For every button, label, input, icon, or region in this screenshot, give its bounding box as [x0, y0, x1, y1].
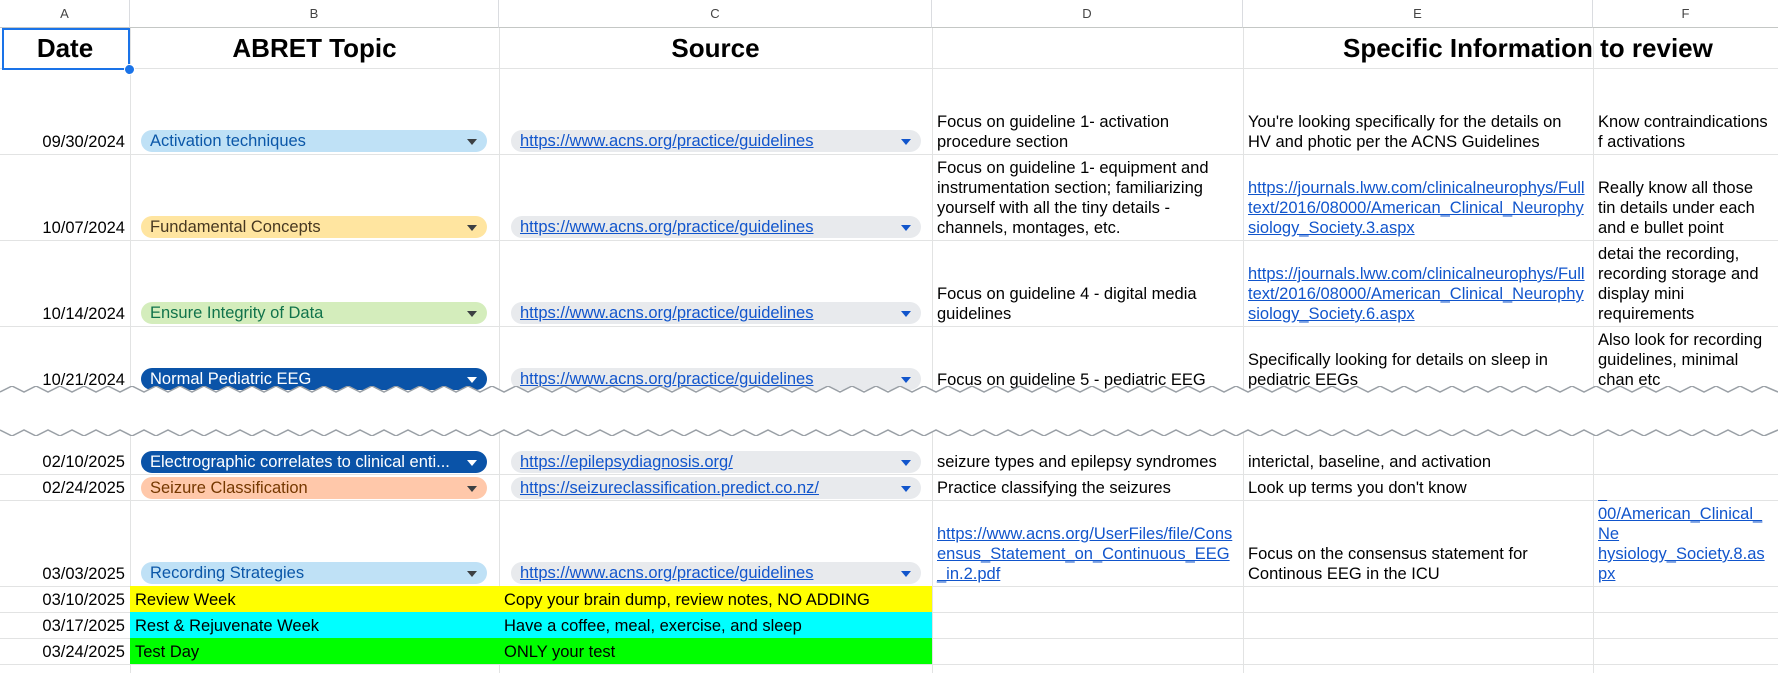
date-cell[interactable]: 10/21/2024	[0, 326, 130, 392]
guideline-note[interactable]: Focus on guideline 5 - pediatric EEG	[932, 326, 1243, 392]
source-chip[interactable]: https://www.acns.org/practice/guidelines	[511, 302, 921, 324]
extra-note[interactable]: Know contraindications f activations	[1593, 68, 1778, 154]
source-chip[interactable]: https://www.acns.org/practice/guidelines	[511, 130, 921, 152]
specific-note-link[interactable]: https://journals.lww.com/clinicalneuroph…	[1243, 154, 1593, 240]
gridline-v	[499, 28, 500, 673]
topic-chip[interactable]: Electrographic correlates to clinical en…	[141, 451, 487, 473]
guideline-note[interactable]: Focus on guideline 1- activation procedu…	[932, 68, 1243, 154]
column-header-c[interactable]: C	[499, 0, 932, 28]
date-cell[interactable]: 02/24/2025	[0, 474, 130, 500]
test-day-label[interactable]: Test Day	[130, 638, 499, 664]
chevron-down-icon[interactable]	[467, 486, 477, 492]
topic-chip[interactable]: Ensure Integrity of Data	[141, 302, 487, 324]
source-link[interactable]: https://www.acns.org/practice/guidelines	[520, 218, 813, 236]
chevron-down-icon[interactable]	[901, 486, 911, 492]
test-day-note[interactable]: ONLY your test	[499, 638, 932, 664]
chevron-down-icon[interactable]	[467, 139, 477, 145]
topic-chip-label: Fundamental Concepts	[150, 218, 321, 236]
source-link[interactable]: https://www.acns.org/practice/guidelines	[520, 304, 813, 322]
specific-note[interactable]: You're looking specifically for the deta…	[1243, 68, 1593, 154]
guideline-note[interactable]: Focus on guideline 4 - digital media gui…	[932, 240, 1243, 326]
topic-chip-label: Activation techniques	[150, 132, 306, 150]
guideline-note[interactable]: seizure types and epilepsy syndromes	[932, 440, 1243, 474]
chevron-down-icon[interactable]	[901, 460, 911, 466]
chevron-down-icon[interactable]	[901, 139, 911, 145]
topic-chip[interactable]: Seizure Classification	[141, 477, 487, 499]
extra-note[interactable]: Really know all those tin details under …	[1593, 154, 1778, 240]
topic-chip[interactable]: Fundamental Concepts	[141, 216, 487, 238]
specific-note[interactable]: Specifically looking for details on slee…	[1243, 326, 1593, 392]
topic-chip-label: Electrographic correlates to clinical en…	[150, 453, 450, 471]
gridline-v	[130, 28, 131, 673]
source-link[interactable]: https://www.acns.org/practice/guidelines	[520, 564, 813, 582]
chevron-down-icon[interactable]	[901, 571, 911, 577]
specific-note-link[interactable]: https://journals.lww.com/clinicalneuroph…	[1243, 240, 1593, 326]
chevron-down-icon[interactable]	[467, 377, 477, 383]
source-chip[interactable]: https://www.acns.org/practice/guidelines	[511, 216, 921, 238]
column-header-e[interactable]: E	[1243, 0, 1593, 28]
topic-chip-label: Ensure Integrity of Data	[150, 304, 324, 322]
date-cell[interactable]: 03/24/2025	[0, 638, 130, 664]
specific-note[interactable]: Look up terms you don't know	[1243, 474, 1593, 500]
source-link[interactable]: https://epilepsydiagnosis.org/	[520, 453, 733, 471]
topic-chip[interactable]: Activation techniques	[141, 130, 487, 152]
chevron-down-icon[interactable]	[901, 377, 911, 383]
source-chip[interactable]: https://www.acns.org/practice/guidelines	[511, 562, 921, 584]
guideline-note[interactable]: Focus on guideline 1- equipment and inst…	[932, 154, 1243, 240]
source-link[interactable]: https://www.acns.org/practice/guidelines	[520, 132, 813, 150]
torn-gap-separator	[0, 386, 1778, 436]
column-header-a[interactable]: A	[0, 0, 130, 28]
date-cell[interactable]: 03/17/2025	[0, 612, 130, 638]
header-specific-info[interactable]: Specific Information to review	[1243, 28, 1778, 68]
specific-note[interactable]: Focus on the consensus statement for Con…	[1243, 500, 1593, 586]
specific-note[interactable]: interictal, baseline, and activation	[1243, 440, 1593, 474]
topic-chip-label: Seizure Classification	[150, 479, 308, 497]
rest-week-label[interactable]: Rest & Rejuvenate Week	[130, 612, 499, 638]
chevron-down-icon[interactable]	[901, 225, 911, 231]
topic-chip[interactable]: Recording Strategies	[141, 562, 487, 584]
source-link[interactable]: https://seizureclassification.predict.co…	[520, 479, 819, 497]
date-cell[interactable]: 02/10/2025	[0, 440, 130, 474]
review-week-label[interactable]: Review Week	[130, 586, 499, 612]
source-chip[interactable]: https://epilepsydiagnosis.org/	[511, 451, 921, 473]
date-cell[interactable]: 10/14/2024	[0, 240, 130, 326]
chevron-down-icon[interactable]	[901, 311, 911, 317]
guideline-note-link[interactable]: https://www.acns.org/UserFiles/file/Cons…	[932, 500, 1243, 586]
chevron-down-icon[interactable]	[467, 460, 477, 466]
date-cell[interactable]: 03/03/2025	[0, 500, 130, 586]
selected-cell-outline[interactable]	[2, 28, 130, 70]
review-week-note[interactable]: Copy your brain dump, review notes, NO A…	[499, 586, 932, 612]
extra-note[interactable]: Also look for recording guidelines, mini…	[1593, 326, 1778, 392]
header-topic[interactable]: ABRET Topic	[130, 28, 499, 68]
date-cell[interactable]: 10/07/2024	[0, 154, 130, 240]
date-cell[interactable]: 03/10/2025	[0, 586, 130, 612]
chevron-down-icon[interactable]	[467, 311, 477, 317]
source-chip[interactable]: https://seizureclassification.predict.co…	[511, 477, 921, 499]
rest-week-note[interactable]: Have a coffee, meal, exercise, and sleep	[499, 612, 932, 638]
chevron-down-icon[interactable]	[467, 225, 477, 231]
gridline-h	[0, 664, 1778, 665]
topic-chip-label: Recording Strategies	[150, 564, 305, 582]
date-cell[interactable]: 09/30/2024	[0, 68, 130, 154]
guideline-note[interactable]: Practice classifying the seizures	[932, 474, 1243, 500]
chevron-down-icon[interactable]	[467, 571, 477, 577]
column-header-b[interactable]: B	[130, 0, 499, 28]
extra-note-link[interactable]: https://journals.lww.com/ alneurophys/Fu…	[1593, 500, 1778, 586]
extra-note[interactable]: Focus on the small detai the recording, …	[1593, 240, 1778, 326]
column-header-d[interactable]: D	[932, 0, 1243, 28]
header-source[interactable]: Source	[499, 28, 932, 68]
column-header-f[interactable]: F	[1593, 0, 1778, 28]
